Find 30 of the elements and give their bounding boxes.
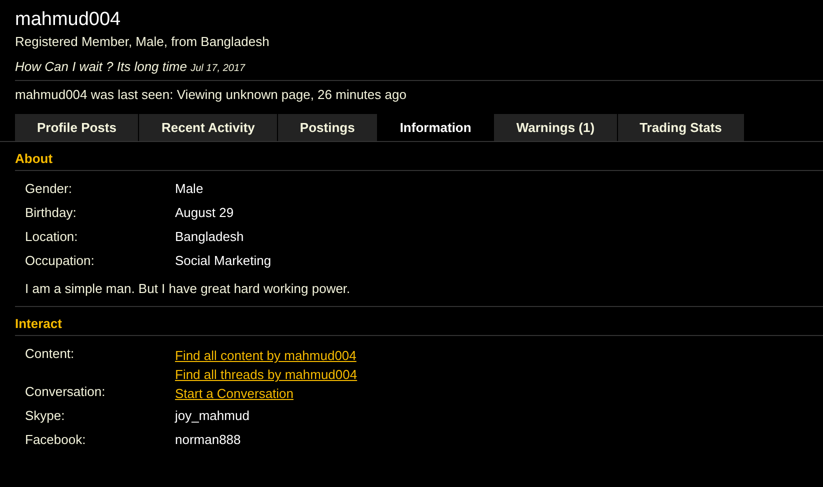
- field-label: Gender:: [25, 181, 73, 198]
- last-seen-text: mahmud004 was last seen: Viewing unknown page, 26 minutes ago: [15, 86, 408, 104]
- member-info: Registered Member, Male, from Bangladesh: [15, 34, 270, 49]
- field-value: norman888: [175, 432, 241, 447]
- field-label: Location:: [25, 229, 79, 246]
- section-heading: About: [15, 142, 823, 171]
- field-label: Skype:: [25, 408, 66, 425]
- field-label: Birthday:: [25, 205, 78, 222]
- profile-tab[interactable]: Postings: [278, 114, 378, 141]
- field-label: Conversation:: [25, 384, 106, 401]
- username: mahmud004: [15, 9, 122, 31]
- field-value: joy_mahmud: [175, 408, 250, 423]
- field-label: Occupation:: [25, 253, 96, 270]
- profile-link[interactable]: Start a Conversation: [175, 384, 294, 403]
- profile-link[interactable]: Find all threads by mahmud004: [175, 365, 358, 384]
- profile-tab[interactable]: Profile Posts: [15, 114, 140, 141]
- profile-tab[interactable]: Recent Activity: [139, 114, 278, 141]
- field-value: Social Marketing: [175, 253, 272, 270]
- field-value: Bangladesh: [175, 229, 244, 246]
- bio-text: I am a simple man. But I have great hard working power.: [25, 281, 352, 296]
- profile-tab[interactable]: Trading Stats: [618, 114, 745, 141]
- status-message: How Can I wait ? Its long time: [15, 59, 187, 74]
- field-label: Content:: [25, 346, 76, 363]
- profile-tab[interactable]: Warnings (1): [494, 114, 618, 141]
- status-date: Jul 17, 2017: [190, 63, 246, 74]
- field-value: Male: [175, 181, 204, 198]
- section-heading: Interact: [15, 306, 823, 336]
- profile-link[interactable]: Find all content by mahmud004: [175, 346, 358, 365]
- field-value: August 29: [175, 205, 234, 222]
- field-label: Facebook:: [25, 432, 87, 449]
